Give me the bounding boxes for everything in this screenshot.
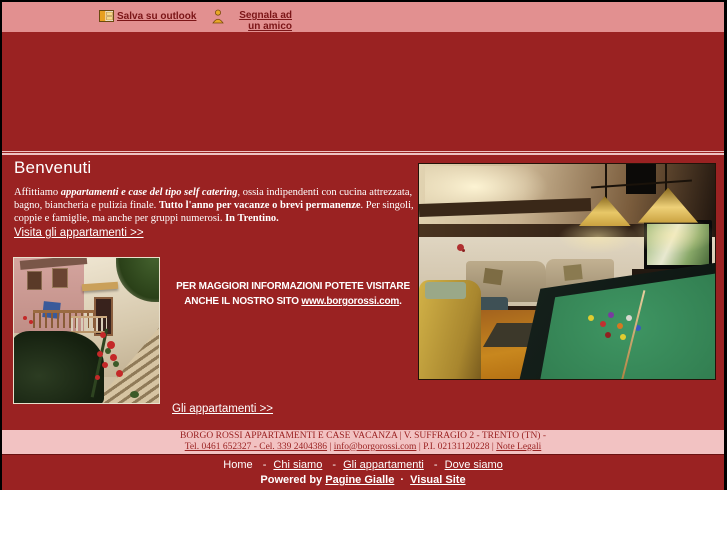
email-link[interactable]: info@borgorossi.com [334,442,417,452]
intro-trentino-bold: In Trentino. [225,213,279,224]
vat-number: P.I. 02131120228 [423,441,490,452]
intro-text: Affittiamo [14,187,61,198]
nav-chi-siamo[interactable]: Chi siamo [273,459,322,471]
intro-highlight-bold: Tutto l'anno per vacanze o brevi permane… [158,200,361,211]
top-utility-bar: Salva su outlook Segnala ad un amico [2,2,724,32]
powered-by-label: Powered by [260,474,323,486]
powered-separator: · [400,474,405,486]
nav-gli-appartamenti[interactable]: Gli appartamenti [343,459,424,471]
nav-separator: - [262,459,267,471]
tell-a-friend-icon[interactable] [212,9,224,24]
promo-line-1: PER MAGGIORI INFORMAZIONI POTETE VISITAR… [176,281,410,292]
pagine-gialle-link[interactable]: Pagine Gialle [325,474,394,486]
address-band: BORGO ROSSI APPARTAMENTI E CASE VACANZA … [2,430,724,455]
promo-line-2: ANCHE IL NOSTRO SITO www.borgorossi.com. [184,296,402,307]
main-content: Benvenuti Affittiamo appartamenti e case… [2,156,724,430]
intro-highlight-italic: appartamenti e case del tipo self cateri… [60,187,238,198]
billiard-room-photo [418,163,716,380]
legal-notes-link[interactable]: Note Legali [496,442,541,452]
nav-separator: - [332,459,337,471]
contacts-separator: | [491,441,494,452]
address-line: BORGO ROSSI APPARTAMENTI E CASE VACANZA … [179,431,547,441]
courtyard-photo [13,257,160,404]
header-banner [2,32,724,150]
visit-apartments-link[interactable]: Visita gli appartamenti >> [14,227,144,239]
tell-a-friend-link[interactable]: Segnala ad un amico [226,10,292,32]
visual-site-link[interactable]: Visual Site [410,474,465,486]
nav-dove-siamo[interactable]: Dove siamo [445,459,503,471]
bottom-nav: Home - Chi siamo - Gli appartamenti - Do… [2,455,724,471]
promo-text: PER MAGGIORI INFORMAZIONI POTETE VISITAR… [162,279,424,309]
bottom-bar: Home - Chi siamo - Gli appartamenti - Do… [2,455,724,490]
nav-home[interactable]: Home [223,459,252,471]
powered-by-line: Powered by Pagine Gialle · Visual Site [2,471,724,486]
photo-foliage [14,330,104,403]
phone-link[interactable]: Tel. 0461 652327 - Cel. 339 2404386 [185,442,327,452]
save-to-outlook-link[interactable]: Salva su outlook [117,11,196,22]
nav-separator: - [433,459,438,471]
contacts-separator: | [329,441,332,452]
page-title: Benvenuti [14,158,92,177]
intro-paragraph: Affittiamo appartamenti e case del tipo … [14,186,418,225]
outlook-icon[interactable] [99,10,114,22]
site-frame: Salva su outlook Segnala ad un amico Ben… [0,0,727,490]
apartments-link[interactable]: Gli appartamenti >> [172,403,273,415]
contacts-separator: | [418,441,421,452]
borgorossi-site-link[interactable]: www.borgorossi.com [301,296,399,307]
contacts-line: Tel. 0461 652327 - Cel. 339 2404386 | in… [2,442,724,453]
